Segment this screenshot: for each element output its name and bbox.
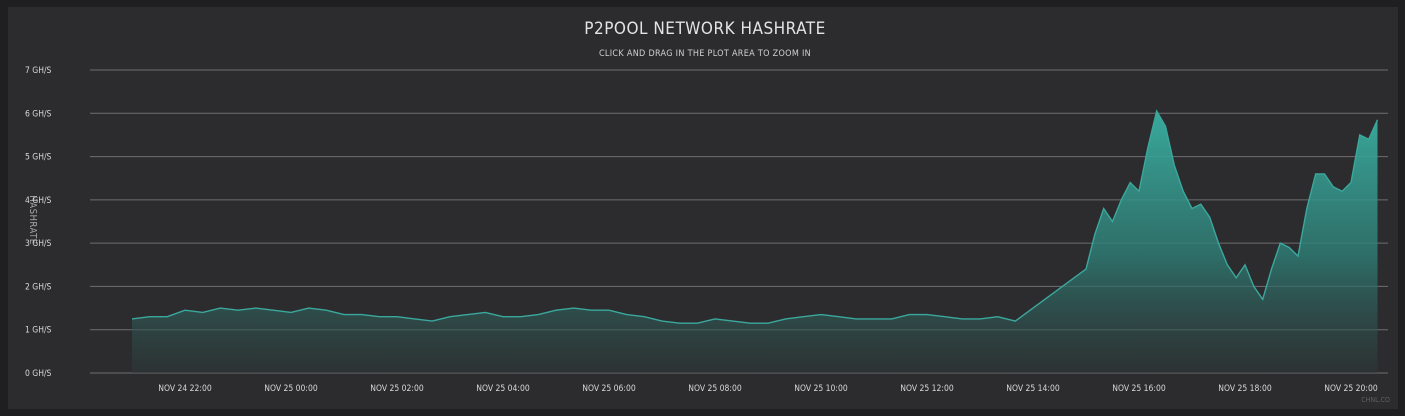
series-layer[interactable] (131, 109, 1379, 373)
x-axis-ticks: NOV 24 22:00 NOV 25 00:00 NOV 25 02:00 NOV … (158, 384, 1378, 394)
x-tick-label: NOV 25 04:00 (476, 384, 530, 394)
x-tick-label: NOV 25 16:00 (1112, 384, 1166, 394)
x-tick-label: NOV 25 20:00 (1324, 384, 1378, 394)
chart-panel[interactable]: P2POOL NETWORK HASHRATE CLICK AND DRAG I… (8, 7, 1398, 409)
series-area[interactable] (132, 111, 1378, 373)
x-tick-label: NOV 25 08:00 (688, 384, 742, 394)
x-tick-label: NOV 25 02:00 (370, 384, 424, 394)
chart-subtitle: CLICK AND DRAG IN THE PLOT AREA TO ZOOM … (599, 49, 811, 59)
chart-title: P2POOL NETWORK HASHRATE (584, 19, 825, 39)
x-tick-label: NOV 24 22:00 (158, 384, 212, 394)
y-tick-label: 3 GH/S (25, 239, 52, 249)
y-tick-label: 0 GH/S (25, 369, 52, 379)
x-tick-label: NOV 25 06:00 (582, 384, 636, 394)
hashrate-chart[interactable]: P2POOL NETWORK HASHRATE CLICK AND DRAG I… (8, 7, 1398, 409)
x-tick-label: NOV 25 00:00 (264, 384, 318, 394)
x-tick-label: NOV 25 18:00 (1218, 384, 1272, 394)
y-tick-label: 4 GH/S (25, 196, 52, 206)
y-tick-label: 2 GH/S (25, 282, 52, 292)
x-tick-label: NOV 25 12:00 (900, 384, 954, 394)
y-tick-label: 7 GH/S (25, 66, 52, 76)
x-tick-label: NOV 25 10:00 (794, 384, 848, 394)
chart-credit: CHNL.CO (1361, 396, 1390, 404)
x-tick-label: NOV 25 14:00 (1006, 384, 1060, 394)
y-tick-label: 5 GH/S (25, 153, 52, 163)
y-tick-label: 1 GH/S (25, 326, 52, 336)
y-tick-label: 6 GH/S (25, 109, 52, 119)
